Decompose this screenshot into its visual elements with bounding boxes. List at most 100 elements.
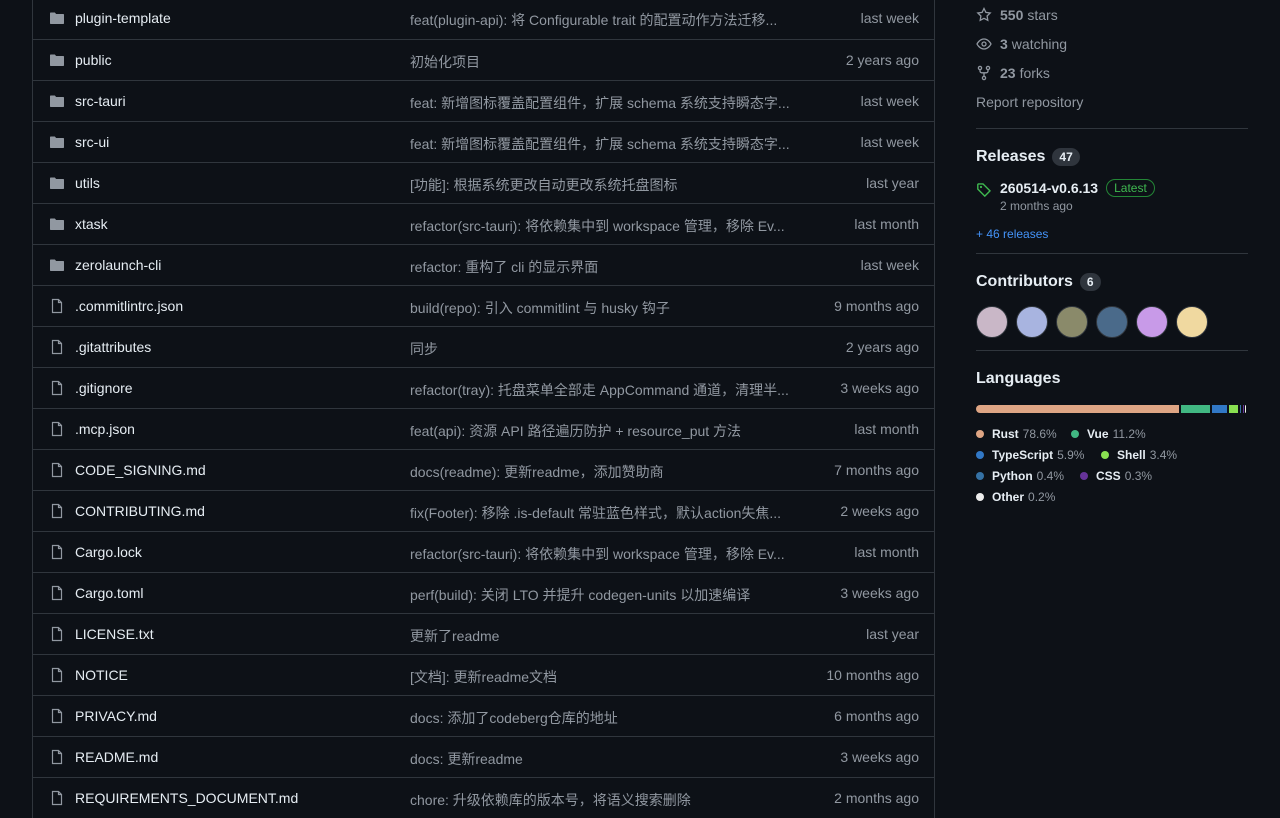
file-row[interactable]: CODE_SIGNING.md docs(readme): 更新readme，添加… [33, 449, 934, 490]
watching-stat[interactable]: 3 watching [976, 29, 1248, 58]
file-row[interactable]: README.md docs: 更新readme 3 weeks ago [33, 736, 934, 777]
contributor-avatar[interactable] [1096, 306, 1128, 338]
commit-message-link[interactable]: 更新了readme [410, 626, 800, 646]
contributor-avatar[interactable] [1056, 306, 1088, 338]
commit-message-link[interactable]: docs(readme): 更新readme，添加赞助商 [410, 462, 800, 482]
file-name-link[interactable]: xtask [75, 216, 108, 232]
commit-message-link[interactable]: refactor: 重构了 cli 的显示界面 [410, 257, 800, 277]
file-name-link[interactable]: utils [75, 175, 100, 191]
language-item[interactable]: Vue 11.2% [1071, 423, 1146, 444]
folder-icon [49, 52, 67, 68]
file-row[interactable]: .mcp.json feat(api): 资源 API 路径遍历防护 + reso… [33, 408, 934, 449]
file-row[interactable]: xtask refactor(src-tauri): 将依赖集中到 workspa… [33, 203, 934, 244]
commit-message-link[interactable]: [功能]: 根据系统更改自动更改系统托盘图标 [410, 175, 800, 195]
language-bar-segment [1245, 405, 1246, 413]
file-name-link[interactable]: REQUIREMENTS_DOCUMENT.md [75, 790, 298, 806]
commit-message-link[interactable]: perf(build): 关闭 LTO 并提升 codegen-units 以加… [410, 585, 800, 605]
file-icon [49, 708, 67, 724]
language-color-dot [976, 492, 984, 501]
file-row[interactable]: REQUIREMENTS_DOCUMENT.md chore: 升级依赖库的版本号… [33, 777, 934, 818]
file-name-link[interactable]: src-ui [75, 134, 109, 150]
contributor-avatar[interactable] [1016, 306, 1048, 338]
release-tag[interactable]: 260514-v0.6.13 [1000, 180, 1098, 196]
commit-message-link[interactable]: 同步 [410, 339, 800, 359]
commit-message-link[interactable]: refactor(src-tauri): 将依赖集中到 workspace 管理… [410, 216, 800, 236]
stars-stat[interactable]: 550 stars [976, 0, 1248, 29]
commit-message-link[interactable]: feat(plugin-api): 将 Configurable trait 的… [410, 10, 800, 30]
contributor-avatar[interactable] [1176, 306, 1208, 338]
file-row[interactable]: src-ui feat: 新增图标覆盖配置组件，扩展 schema 系统支持瞬态字… [33, 121, 934, 162]
releases-heading[interactable]: Releases 47 [976, 145, 1248, 169]
language-item[interactable]: TypeScript 5.9% [976, 444, 1089, 465]
commit-time: 9 months ago [834, 298, 919, 314]
commit-message-link[interactable]: refactor(tray): 托盘菜单全部走 AppCommand 通道，清理… [410, 380, 800, 400]
file-name-link[interactable]: Cargo.lock [75, 544, 142, 560]
forks-count: 23 [1000, 64, 1016, 81]
folder-icon [49, 216, 67, 232]
file-name-link[interactable]: plugin-template [75, 10, 171, 26]
file-row[interactable]: PRIVACY.md docs: 添加了codeberg仓库的地址 6 months… [33, 695, 934, 736]
file-row[interactable]: .gitignore refactor(tray): 托盘菜单全部走 AppCom… [33, 367, 934, 408]
commit-message-link[interactable]: docs: 添加了codeberg仓库的地址 [410, 708, 800, 728]
commit-message-link[interactable]: feat(api): 资源 API 路径遍历防护 + resource_put … [410, 421, 800, 441]
report-repository-link[interactable]: Report repository [976, 87, 1248, 116]
commit-message-link[interactable]: build(repo): 引入 commitlint 与 husky 钩子 [410, 298, 800, 318]
contributors-heading[interactable]: Contributors 6 [976, 270, 1248, 294]
language-item[interactable]: Python 0.4% [976, 465, 1068, 486]
commit-time: last month [854, 421, 919, 437]
file-name-link[interactable]: .commitlintrc.json [75, 298, 183, 314]
file-row[interactable]: Cargo.toml perf(build): 关闭 LTO 并提升 codege… [33, 572, 934, 613]
language-percent: 0.3% [1124, 468, 1153, 483]
commit-message-link[interactable]: chore: 升级依赖库的版本号，将语义搜索删除 [410, 790, 800, 810]
file-row[interactable]: LICENSE.txt 更新了readme last year [33, 613, 934, 654]
file-row[interactable]: CONTRIBUTING.md fix(Footer): 移除 .is-defau… [33, 490, 934, 531]
file-name-link[interactable]: src-tauri [75, 93, 126, 109]
file-name-link[interactable]: NOTICE [75, 667, 128, 683]
eye-icon [976, 37, 992, 50]
file-row[interactable]: plugin-template feat(plugin-api): 将 Confi… [33, 0, 934, 39]
commit-message-link[interactable]: feat: 新增图标覆盖配置组件，扩展 schema 系统支持瞬态字... [410, 93, 800, 113]
language-name: Vue [1087, 426, 1109, 441]
language-item[interactable]: Rust 78.6% [976, 423, 1059, 444]
commit-message-link[interactable]: fix(Footer): 移除 .is-default 常驻蓝色样式，默认act… [410, 503, 800, 523]
file-name-link[interactable]: .mcp.json [75, 421, 135, 437]
file-name-link[interactable]: zerolaunch-cli [75, 257, 161, 273]
file-name-link[interactable]: CODE_SIGNING.md [75, 462, 206, 478]
commit-message-link[interactable]: feat: 新增图标覆盖配置组件，扩展 schema 系统支持瞬态字... [410, 134, 800, 154]
repo-sidebar: 550 stars 3 watching 23 forks Report rep… [976, 0, 1248, 507]
stars-count: 550 [1000, 6, 1024, 23]
contributor-avatar[interactable] [976, 306, 1008, 338]
file-row[interactable]: zerolaunch-cli refactor: 重构了 cli 的显示界面 las… [33, 244, 934, 285]
language-item[interactable]: Other 0.2% [976, 486, 1068, 507]
file-row[interactable]: Cargo.lock refactor(src-tauri): 将依赖集中到 wo… [33, 531, 934, 572]
commit-message-link[interactable]: 初始化项目 [410, 52, 800, 72]
commit-message-link[interactable]: [文档]: 更新readme文档 [410, 667, 800, 687]
commit-time: 2 years ago [845, 52, 919, 68]
file-name-link[interactable]: README.md [75, 749, 158, 765]
file-name-link[interactable]: .gitattributes [75, 339, 151, 355]
file-row[interactable]: NOTICE [文档]: 更新readme文档 10 months ago [33, 654, 934, 695]
file-name-link[interactable]: Cargo.toml [75, 585, 143, 601]
contributor-avatar[interactable] [1136, 306, 1168, 338]
file-row[interactable]: utils [功能]: 根据系统更改自动更改系统托盘图标 last year [33, 162, 934, 203]
latest-release[interactable]: 260514-v0.6.13 Latest 2 months ago [976, 179, 1248, 213]
file-row[interactable]: .gitattributes 同步 2 years ago [33, 326, 934, 367]
file-row[interactable]: public 初始化项目 2 years ago [33, 39, 934, 80]
forks-label: forks [1019, 64, 1050, 81]
file-row[interactable]: src-tauri feat: 新增图标覆盖配置组件，扩展 schema 系统支持… [33, 80, 934, 121]
file-name-link[interactable]: LICENSE.txt [75, 626, 154, 642]
forks-stat[interactable]: 23 forks [976, 58, 1248, 87]
file-row[interactable]: .commitlintrc.json build(repo): 引入 commit… [33, 285, 934, 326]
file-name-link[interactable]: PRIVACY.md [75, 708, 157, 724]
language-item[interactable]: Shell 3.4% [1101, 444, 1177, 465]
file-name-link[interactable]: .gitignore [75, 380, 133, 396]
commit-message-link[interactable]: refactor(src-tauri): 将依赖集中到 workspace 管理… [410, 544, 800, 564]
file-name-link[interactable]: CONTRIBUTING.md [75, 503, 205, 519]
languages-heading: Languages [976, 367, 1248, 391]
file-name-link[interactable]: public [75, 52, 112, 68]
commit-message-link[interactable]: docs: 更新readme [410, 749, 800, 769]
language-item[interactable]: CSS 0.3% [1080, 465, 1152, 486]
file-icon [49, 503, 67, 519]
language-percent: 0.2% [1028, 489, 1056, 504]
more-releases-link[interactable]: + 46 releases [976, 227, 1248, 241]
